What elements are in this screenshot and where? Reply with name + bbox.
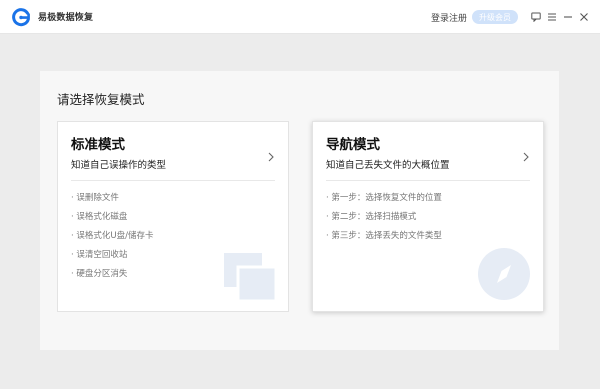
list-item: · 第一步：选择恢复文件的位置 [326,193,442,203]
mode-selection-panel: 请选择恢复模式 标准模式 知道自己误操作的类型 · 误删除文件 · 误格式化磁盘… [40,71,559,350]
list-item: · 误清空回收站 [71,250,128,260]
titlebar-controls: 登录注册 升级会员 [431,8,592,26]
login-register-link[interactable]: 登录注册 [431,11,467,24]
chevron-right-icon [266,148,276,162]
scenario-list: · 误删除文件 · 误格式化磁盘 · 误格式化U盘/储存卡 · 误清空回收站 ·… [71,193,154,288]
card-subtitle: 知道自己丢失文件的大概位置 [326,160,450,171]
divider [71,180,275,181]
steps-list: · 第一步：选择恢复文件的位置 · 第二步：选择扫描模式 · 第三步：选择丢失的… [326,193,442,250]
card-subtitle: 知道自己误操作的类型 [71,160,167,171]
compass-icon [478,248,530,300]
panel-title: 请选择恢复模式 [57,92,145,107]
card-title: 标准模式 [71,137,125,153]
app-logo-icon [11,7,31,27]
divider [326,180,530,181]
title-bar: 易极数据恢复 登录注册 升级会员 [0,0,600,34]
card-title: 导航模式 [326,137,380,153]
feedback-icon[interactable] [528,9,544,25]
list-item: · 第三步：选择丢失的文件类型 [326,231,442,241]
chevron-right-icon [521,148,531,162]
menu-icon[interactable] [544,9,560,25]
list-item: · 第二步：选择扫描模式 [326,212,417,222]
list-item: · 误格式化U盘/储存卡 [71,231,154,241]
navigation-mode-card[interactable]: 导航模式 知道自己丢失文件的大概位置 · 第一步：选择恢复文件的位置 · 第二步… [312,121,544,312]
list-item: · 误删除文件 [71,193,119,203]
list-item: · 硬盘分区消失 [71,269,128,279]
list-item: · 误格式化磁盘 [71,212,128,222]
documents-icon [224,253,278,303]
close-icon[interactable] [576,9,592,25]
minimize-icon[interactable] [560,9,576,25]
upgrade-vip-button[interactable]: 升级会员 [472,10,518,24]
standard-mode-card[interactable]: 标准模式 知道自己误操作的类型 · 误删除文件 · 误格式化磁盘 · 误格式化U… [57,121,289,312]
app-title: 易极数据恢复 [38,13,94,23]
